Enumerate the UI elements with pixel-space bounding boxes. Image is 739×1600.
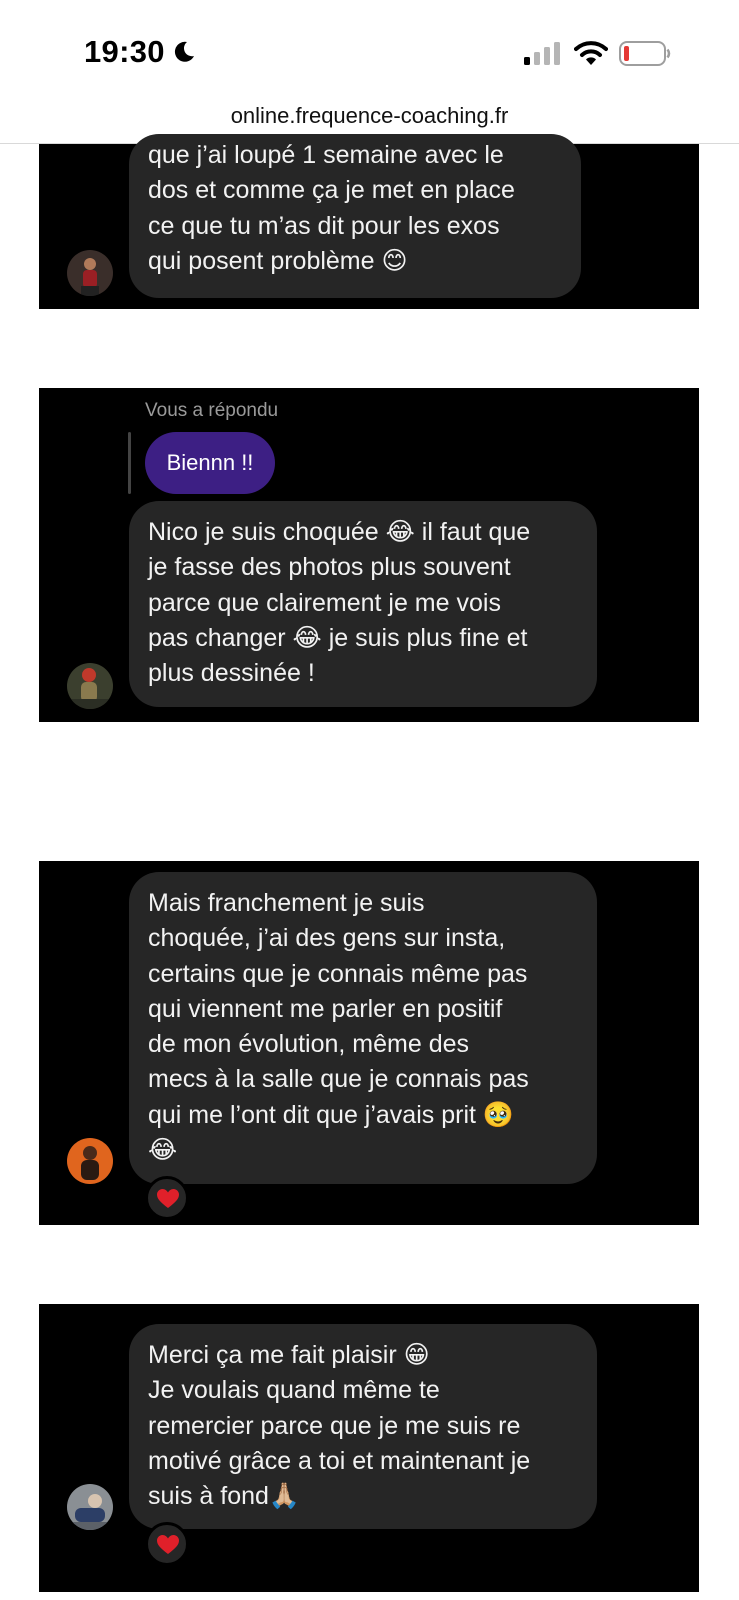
message-line: je fasse des photos plus souvent — [148, 553, 511, 582]
avatar — [67, 1484, 113, 1530]
message-bubble: Nico je suis choquée 😂 il faut que je fa… — [129, 501, 597, 707]
message-line: qui me l’ont dit que j’avais prit 🥹 — [148, 1100, 515, 1129]
message-screenshot-1: que j’ai loupé 1 semaine avec le dos et … — [39, 134, 699, 309]
message-reaction[interactable] — [145, 1176, 189, 1220]
message-line: Merci ça me fait plaisir 😁 — [148, 1341, 430, 1369]
message-line: certains que je connais même pas — [148, 959, 528, 988]
message-line: de mon évolution, même des — [148, 1030, 470, 1059]
message-line: qui viennent me parler en positif — [148, 994, 503, 1023]
cellular-signal-icon — [524, 42, 560, 65]
status-bar: 19:30 — [0, 0, 739, 100]
message-line: dos et comme ça je met en place — [148, 176, 515, 205]
message-line: plus dessinée ! — [148, 659, 315, 688]
url-text[interactable]: online.frequence-coaching.fr — [0, 103, 739, 129]
moon-icon — [174, 41, 194, 62]
message-screenshot-4: Merci ça me fait plaisir 😁 Je voulais qu… — [39, 1304, 699, 1592]
avatar — [67, 1138, 113, 1184]
message-line: qui posent problème 😊 — [148, 246, 408, 275]
status-time: 19:30 — [84, 34, 165, 69]
message-screenshot-3: Mais franchement je suis choquée, j’ai d… — [39, 861, 699, 1225]
message-screenshot-2: Vous a répondu Biennn !! Nico je suis ch… — [39, 388, 699, 722]
message-reaction[interactable] — [145, 1522, 189, 1566]
avatar — [67, 250, 113, 296]
message-bubble: Merci ça me fait plaisir 😁 Je voulais qu… — [129, 1324, 597, 1529]
reply-context-label: Vous a répondu — [145, 400, 279, 421]
heart-icon — [157, 1535, 179, 1554]
message-line: motivé grâce a toi et maintenant je — [148, 1446, 531, 1475]
message-line: Je voulais quand même te — [148, 1376, 440, 1405]
message-line: Mais franchement je suis — [148, 889, 425, 917]
reply-bubble: Biennn !! — [145, 432, 275, 494]
message-line: choquée, j’ai des gens sur insta, — [148, 924, 506, 953]
message-line: ce que tu m’as dit pour les exos — [148, 211, 500, 240]
message-line: 😂 — [148, 1136, 178, 1165]
heart-icon — [157, 1189, 179, 1208]
message-bubble: que j’ai loupé 1 semaine avec le dos et … — [129, 134, 581, 298]
battery-low-icon — [619, 41, 671, 66]
message-line: suis à fond🙏🏼 — [148, 1482, 301, 1511]
message-line: que j’ai loupé 1 semaine avec le — [148, 141, 504, 169]
message-line: remercier parce que je me suis re — [148, 1411, 521, 1440]
message-line: parce que clairement je me vois — [148, 588, 501, 617]
avatar — [67, 663, 113, 709]
message-line: Nico je suis choquée 😂 il faut que — [148, 518, 531, 546]
reply-indicator-bar — [128, 432, 131, 494]
message-line: mecs à la salle que je connais pas — [148, 1065, 529, 1094]
message-bubble: Mais franchement je suis choquée, j’ai d… — [129, 872, 597, 1184]
message-line: pas changer 😂 je suis plus fine et — [148, 623, 528, 652]
wifi-icon — [574, 41, 608, 65]
